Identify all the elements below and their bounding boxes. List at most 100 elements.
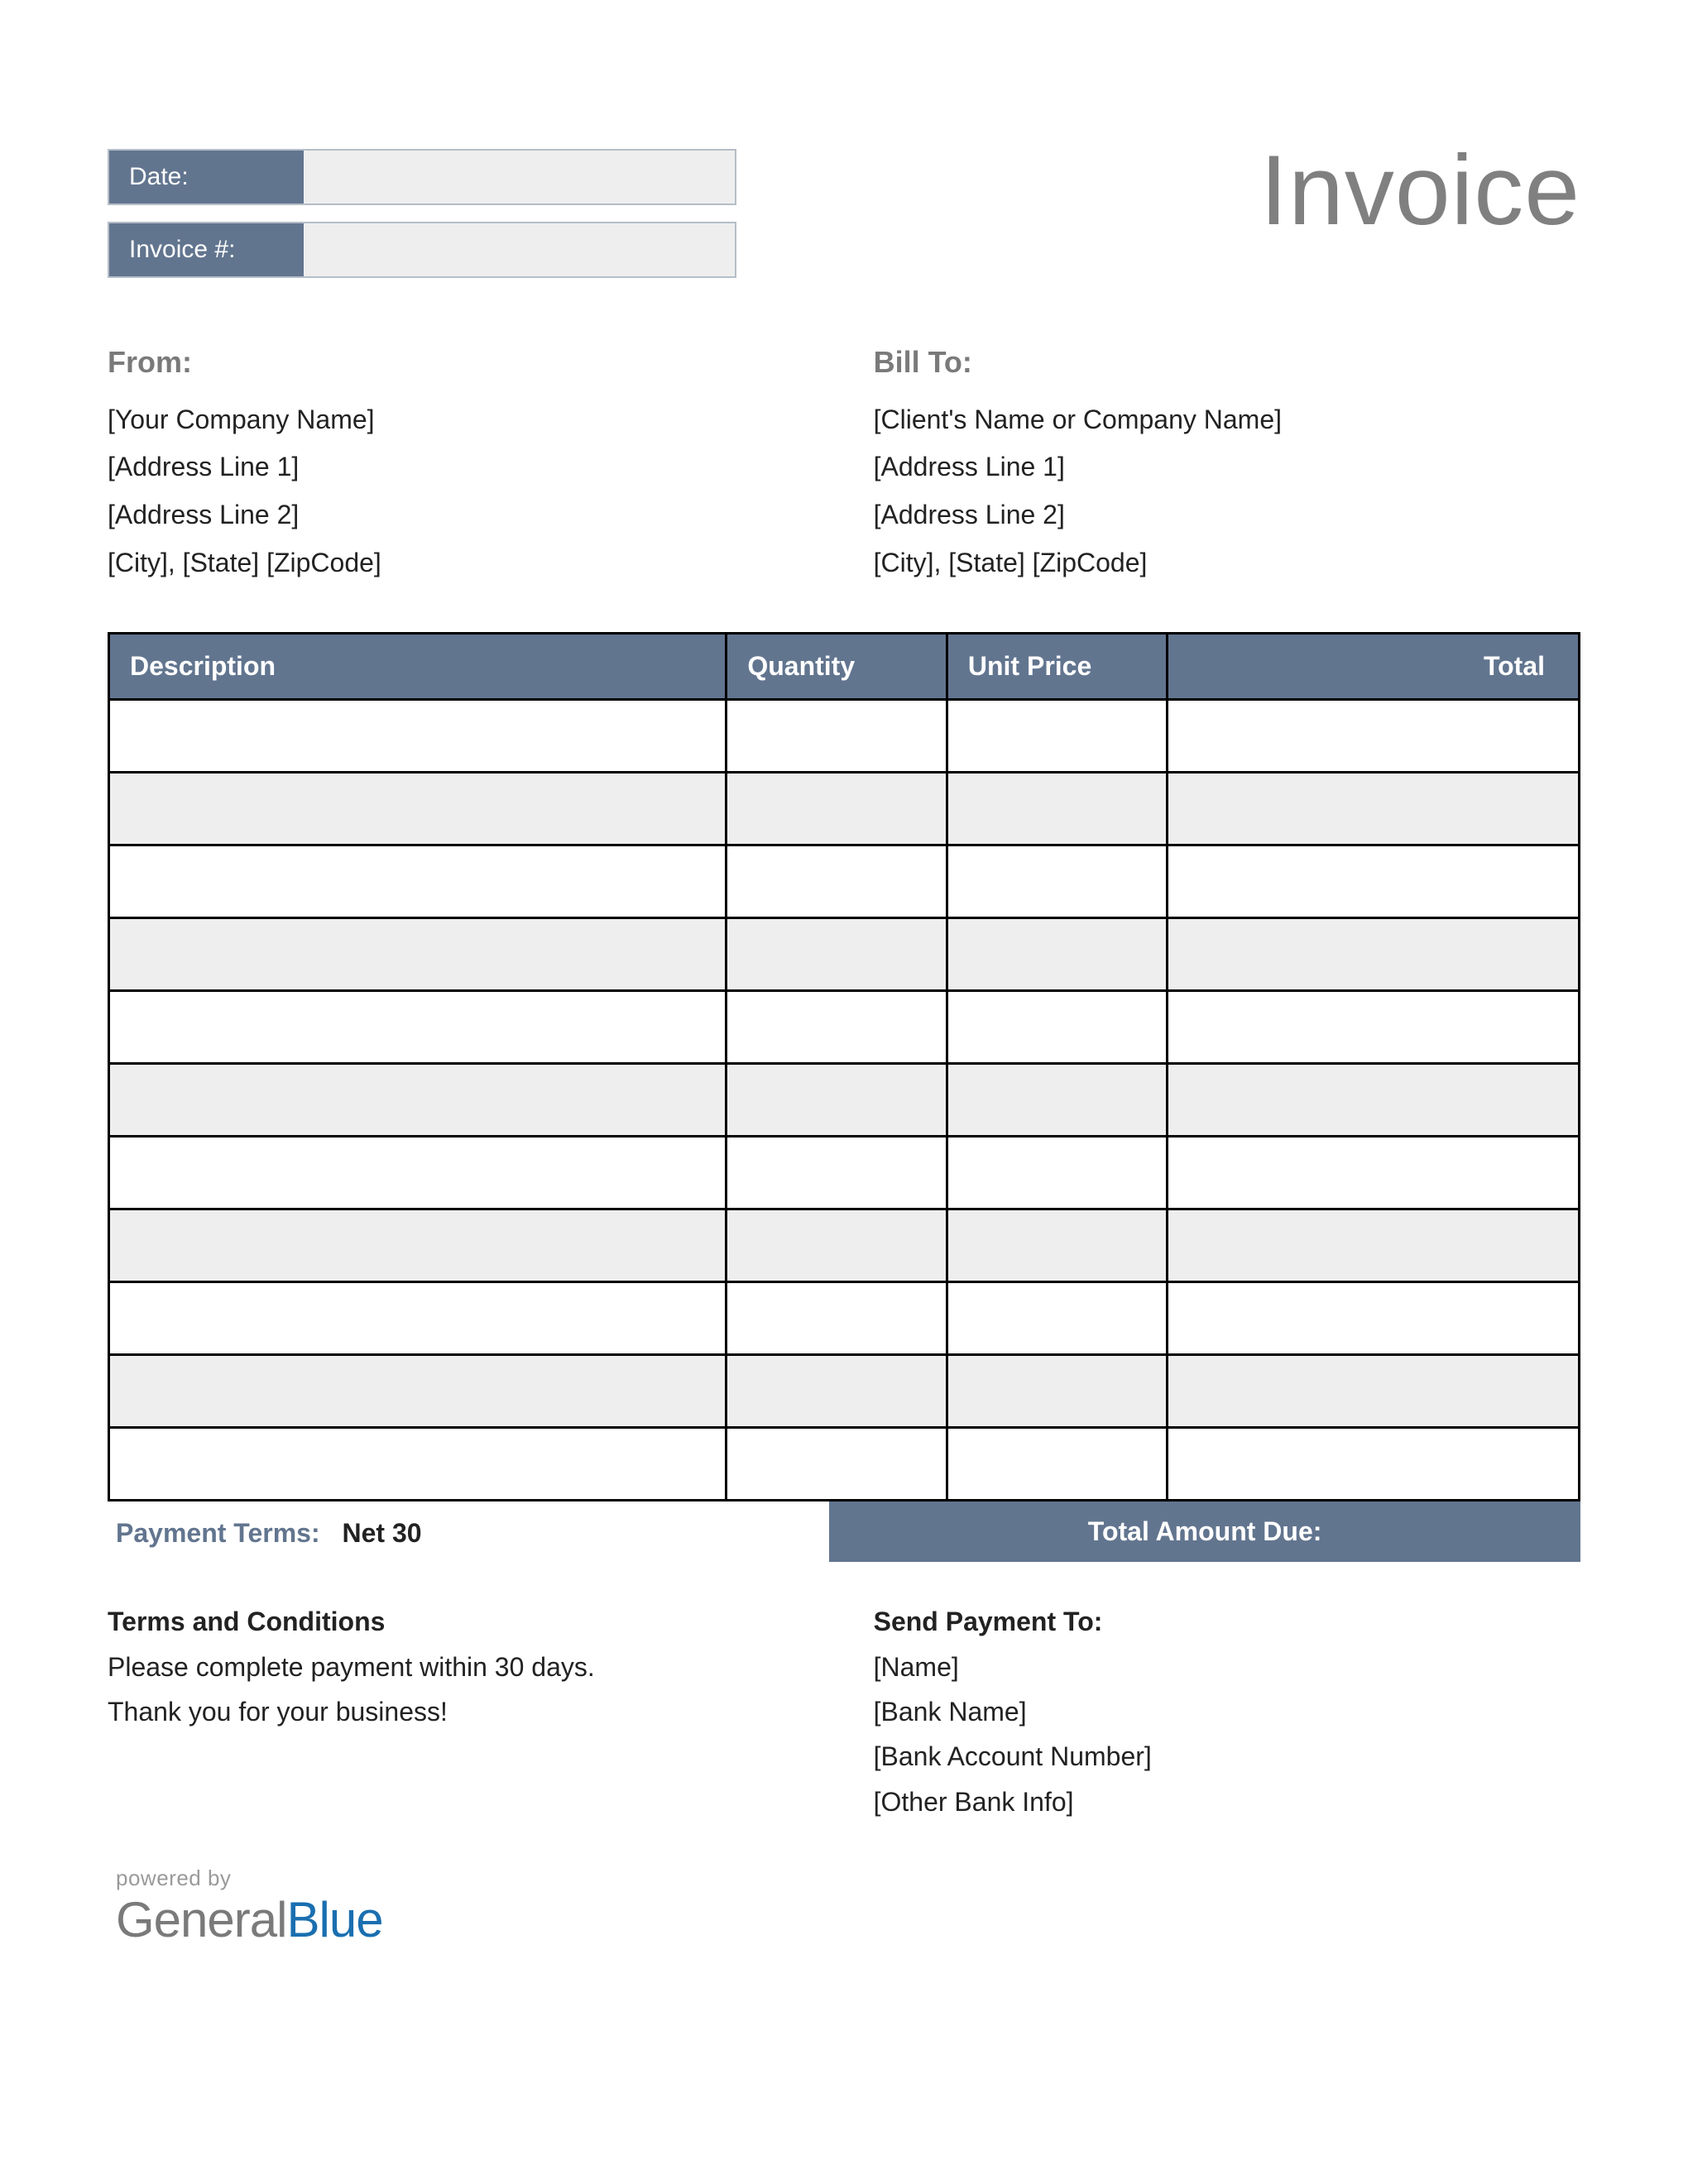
from-line: [Address Line 1]: [108, 443, 814, 491]
date-input[interactable]: [304, 151, 735, 204]
items-tbody: [109, 700, 1580, 1501]
meta-fields: Date: Invoice #:: [108, 149, 736, 295]
table-cell[interactable]: [947, 1064, 1168, 1137]
table-cell[interactable]: [1168, 1064, 1580, 1137]
table-cell[interactable]: [1168, 1355, 1580, 1428]
terms-line: Thank you for your business!: [108, 1689, 814, 1734]
send-payment-line: [Bank Name]: [874, 1689, 1580, 1734]
table-row: [109, 845, 1580, 918]
from-line: [City], [State] [ZipCode]: [108, 539, 814, 587]
powered-by-label: powered by: [116, 1866, 1580, 1891]
table-cell[interactable]: [727, 1137, 947, 1209]
bill-to-heading: Bill To:: [874, 336, 1580, 390]
table-cell[interactable]: [947, 991, 1168, 1064]
table-cell[interactable]: [1168, 1282, 1580, 1355]
table-cell[interactable]: [109, 845, 727, 918]
table-cell[interactable]: [109, 1209, 727, 1282]
bill-to-line: [Address Line 2]: [874, 491, 1580, 539]
from-line: [Your Company Name]: [108, 396, 814, 444]
table-row: [109, 1209, 1580, 1282]
send-payment-line: [Bank Account Number]: [874, 1734, 1580, 1779]
send-payment-line: [Name]: [874, 1645, 1580, 1689]
table-cell[interactable]: [109, 1355, 727, 1428]
terms-heading: Terms and Conditions: [108, 1599, 814, 1644]
logo-part1: General: [116, 1892, 286, 1947]
table-cell[interactable]: [947, 1209, 1168, 1282]
table-cell[interactable]: [727, 773, 947, 845]
table-cell[interactable]: [1168, 1209, 1580, 1282]
invoice-number-field: Invoice #:: [108, 222, 736, 278]
invoice-number-label: Invoice #:: [109, 223, 304, 276]
table-cell[interactable]: [947, 1137, 1168, 1209]
table-cell[interactable]: [109, 1064, 727, 1137]
invoice-number-input[interactable]: [304, 223, 735, 276]
table-cell[interactable]: [1168, 918, 1580, 991]
table-cell[interactable]: [947, 1355, 1168, 1428]
table-cell[interactable]: [109, 991, 727, 1064]
table-cell[interactable]: [109, 1428, 727, 1501]
table-cell[interactable]: [727, 1282, 947, 1355]
table-cell[interactable]: [947, 773, 1168, 845]
send-payment-line: [Other Bank Info]: [874, 1779, 1580, 1824]
total-amount-due: Total Amount Due:: [829, 1502, 1580, 1562]
bill-to-block: Bill To: [Client's Name or Company Name]…: [874, 336, 1580, 587]
send-payment-heading: Send Payment To:: [874, 1599, 1580, 1644]
table-cell[interactable]: [1168, 991, 1580, 1064]
bill-to-line: [City], [State] [ZipCode]: [874, 539, 1580, 587]
date-label: Date:: [109, 151, 304, 204]
table-cell[interactable]: [727, 845, 947, 918]
payment-terms-value: Net 30: [343, 1518, 422, 1548]
table-cell[interactable]: [727, 700, 947, 773]
payment-terms: Payment Terms: Net 30: [108, 1502, 829, 1562]
bill-to-line: [Client's Name or Company Name]: [874, 396, 1580, 444]
th-unit-price: Unit Price: [947, 634, 1168, 700]
from-block: From: [Your Company Name] [Address Line …: [108, 336, 814, 587]
table-cell[interactable]: [947, 1282, 1168, 1355]
table-row: [109, 918, 1580, 991]
table-cell[interactable]: [727, 1064, 947, 1137]
total-amount-due-label: Total Amount Due:: [1088, 1516, 1322, 1546]
terms-block: Terms and Conditions Please complete pay…: [108, 1599, 814, 1824]
table-row: [109, 1428, 1580, 1501]
table-row: [109, 1282, 1580, 1355]
table-cell[interactable]: [727, 1355, 947, 1428]
from-line: [Address Line 2]: [108, 491, 814, 539]
table-cell[interactable]: [727, 991, 947, 1064]
table-cell[interactable]: [1168, 773, 1580, 845]
table-cell[interactable]: [109, 1282, 727, 1355]
table-cell[interactable]: [109, 700, 727, 773]
table-cell[interactable]: [109, 918, 727, 991]
table-row: [109, 700, 1580, 773]
footer: powered by GeneralBlue: [116, 1866, 1580, 1948]
table-cell[interactable]: [109, 773, 727, 845]
th-description: Description: [109, 634, 727, 700]
table-row: [109, 773, 1580, 845]
items-table: Description Quantity Unit Price Total: [108, 632, 1580, 1502]
generalblue-logo: GeneralBlue: [116, 1891, 1580, 1948]
table-cell[interactable]: [1168, 845, 1580, 918]
table-cell[interactable]: [727, 1428, 947, 1501]
date-field: Date:: [108, 149, 736, 205]
table-row: [109, 991, 1580, 1064]
table-cell[interactable]: [947, 1428, 1168, 1501]
table-cell[interactable]: [947, 918, 1168, 991]
table-row: [109, 1355, 1580, 1428]
send-payment-block: Send Payment To: [Name] [Bank Name] [Ban…: [874, 1599, 1580, 1824]
table-row: [109, 1137, 1580, 1209]
table-cell[interactable]: [947, 845, 1168, 918]
table-cell[interactable]: [727, 1209, 947, 1282]
table-cell[interactable]: [109, 1137, 727, 1209]
table-cell[interactable]: [1168, 700, 1580, 773]
table-cell[interactable]: [1168, 1428, 1580, 1501]
payment-terms-label: Payment Terms:: [116, 1518, 320, 1548]
table-cell[interactable]: [727, 918, 947, 991]
bill-to-line: [Address Line 1]: [874, 443, 1580, 491]
th-total: Total: [1168, 634, 1580, 700]
from-heading: From:: [108, 336, 814, 390]
table-cell[interactable]: [1168, 1137, 1580, 1209]
table-cell[interactable]: [947, 700, 1168, 773]
logo-part2: Blue: [286, 1892, 382, 1947]
table-row: [109, 1064, 1580, 1137]
th-quantity: Quantity: [727, 634, 947, 700]
page-title: Invoice: [1260, 141, 1580, 240]
